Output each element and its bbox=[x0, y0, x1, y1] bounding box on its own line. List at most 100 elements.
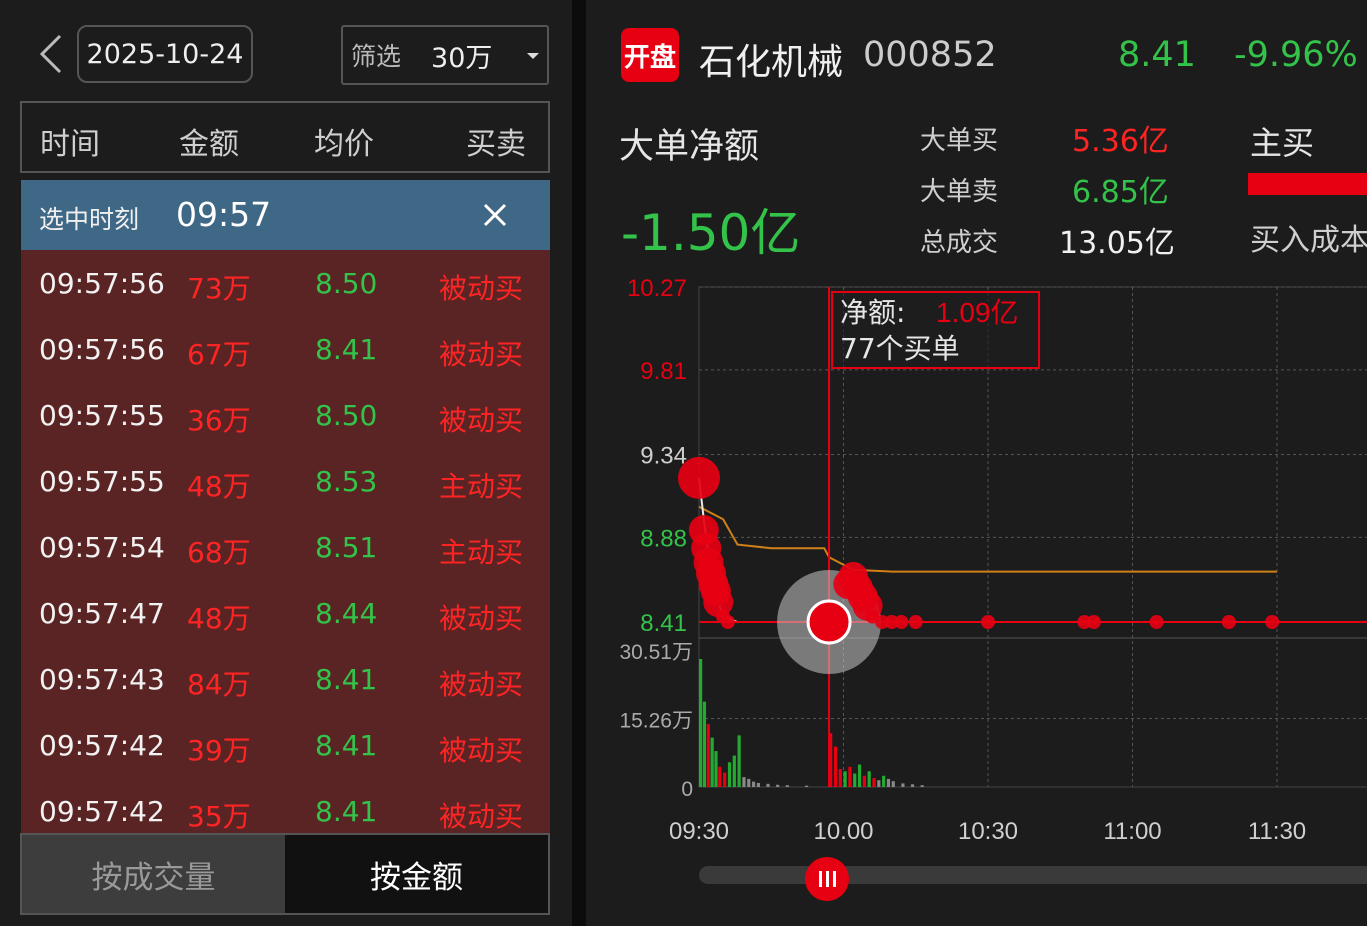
trade-side: 主动买 bbox=[439, 470, 524, 503]
table-row[interactable]: 09:57:54 68万 8.51 主动买 bbox=[21, 514, 550, 580]
selected-time-label: 选中时刻 bbox=[39, 205, 140, 234]
stock-name: 石化机械 bbox=[699, 42, 844, 83]
time-tick-label: 11:30 bbox=[1248, 818, 1306, 845]
trade-side: 被动买 bbox=[439, 338, 524, 371]
filter-dropdown[interactable]: 筛选 30万 bbox=[341, 25, 549, 85]
trade-price: 8.41 bbox=[315, 795, 378, 828]
total-label: 总成交 bbox=[920, 228, 999, 258]
close-icon[interactable] bbox=[480, 200, 510, 230]
price-tick-label: 9.34 bbox=[640, 443, 687, 470]
table-row[interactable]: 09:57:43 84万 8.41 被动买 bbox=[21, 646, 550, 712]
big-order-dot bbox=[720, 615, 735, 629]
column-header-amount: 金额 bbox=[179, 127, 239, 162]
big-sell-value: 6.85亿 bbox=[1072, 175, 1169, 210]
tab-by-volume[interactable]: 按成交量 bbox=[22, 835, 285, 913]
volume-bar bbox=[804, 785, 809, 787]
volume-bar bbox=[785, 785, 789, 787]
volume-tick-label: 0 bbox=[681, 778, 693, 801]
tab-by-amount[interactable]: 按金额 bbox=[285, 835, 548, 913]
volume-tick-label: 15.26万 bbox=[619, 709, 693, 732]
volume-bar bbox=[732, 755, 736, 787]
trade-price: 8.50 bbox=[315, 267, 378, 300]
trade-side: 被动买 bbox=[439, 668, 524, 701]
total-value: 13.05亿 bbox=[1059, 226, 1175, 261]
caret-down-icon bbox=[527, 53, 539, 59]
volume-bar bbox=[706, 724, 710, 787]
volume-bar bbox=[843, 771, 847, 787]
trade-time: 09:57:42 bbox=[39, 795, 165, 828]
trade-price: 8.41 bbox=[315, 729, 378, 762]
volume-bar bbox=[857, 764, 862, 787]
trade-side: 被动买 bbox=[439, 404, 524, 437]
volume-bar bbox=[838, 769, 842, 787]
trade-time: 09:57:55 bbox=[39, 465, 165, 498]
trade-price: 8.41 bbox=[315, 663, 378, 696]
trade-time: 09:57:47 bbox=[39, 597, 165, 630]
big-order-dot bbox=[678, 456, 720, 499]
trade-price: 8.53 bbox=[315, 465, 378, 498]
column-header-price: 均价 bbox=[314, 127, 374, 162]
trade-side: 被动买 bbox=[439, 272, 524, 305]
big-order-dot bbox=[981, 615, 995, 629]
time-tick-label: 10.00 bbox=[813, 818, 873, 845]
stock-change: -9.96% bbox=[1234, 35, 1358, 75]
trade-price: 8.41 bbox=[315, 333, 378, 366]
table-row[interactable]: 09:57:56 73万 8.50 被动买 bbox=[21, 250, 550, 316]
trade-side: 被动买 bbox=[439, 800, 524, 833]
tooltip-net-value: 1.09亿 bbox=[936, 297, 1019, 328]
volume-bar bbox=[872, 778, 876, 787]
kaipan-logo: 开盘 bbox=[621, 28, 679, 82]
big-order-chart[interactable]: 10.27 9.81 9.34 8.88 8.41 30.51万 15.26万 0 09:30 1… bbox=[586, 260, 1367, 900]
trade-time: 09:57:56 bbox=[39, 267, 165, 300]
table-row[interactable]: 09:57:55 48万 8.53 主动买 bbox=[21, 448, 550, 514]
big-buy-label: 大单买 bbox=[920, 126, 999, 156]
table-row[interactable]: 09:57:55 36万 8.50 被动买 bbox=[21, 382, 550, 448]
trade-price: 8.44 bbox=[315, 597, 378, 630]
volume-bar bbox=[766, 783, 770, 787]
trade-time: 09:57:43 bbox=[39, 663, 165, 696]
volume-bar bbox=[910, 784, 915, 787]
volume-bar bbox=[877, 780, 881, 787]
time-scrollbar[interactable] bbox=[699, 866, 1367, 884]
selected-time-value: 09:57 bbox=[176, 195, 272, 234]
big-order-dot bbox=[908, 615, 923, 629]
volume-bar bbox=[702, 701, 707, 787]
volume-bar bbox=[710, 737, 714, 787]
volume-bar bbox=[723, 772, 727, 787]
trade-price: 8.50 bbox=[315, 399, 378, 432]
trade-time: 09:57:54 bbox=[39, 531, 165, 564]
right-panel: 开盘 石化机械 000852 8.41 -9.96% 大单净额 -1.50亿 大… bbox=[586, 0, 1367, 926]
column-header-time: 时间 bbox=[40, 127, 100, 162]
date-picker[interactable]: 2025-10-24 bbox=[77, 25, 253, 83]
price-tick-label: 10.27 bbox=[627, 275, 687, 302]
volume-bar bbox=[742, 777, 746, 787]
time-tick-label: 11:00 bbox=[1103, 818, 1161, 845]
time-tick-label: 10:30 bbox=[958, 818, 1018, 845]
table-row[interactable]: 09:57:42 39万 8.41 被动买 bbox=[21, 712, 550, 778]
price-tick-label: 8.41 bbox=[640, 610, 687, 637]
volume-bar bbox=[699, 659, 703, 787]
trade-amount: 36万 bbox=[187, 404, 251, 437]
volume-bar bbox=[891, 781, 895, 787]
back-icon[interactable] bbox=[36, 32, 66, 76]
big-order-dot bbox=[1149, 615, 1164, 629]
table-row[interactable]: 09:57:42 35万 8.41 被动买 bbox=[21, 778, 550, 833]
stock-code: 000852 bbox=[863, 35, 997, 75]
trade-amount: 68万 bbox=[187, 536, 251, 569]
volume-bar bbox=[714, 751, 718, 787]
scroll-handle[interactable] bbox=[805, 857, 849, 901]
trade-list[interactable]: 09:57:56 73万 8.50 被动买 09:57:56 67万 8.41 … bbox=[21, 250, 550, 833]
volume-bar bbox=[901, 783, 905, 787]
table-row[interactable]: 09:57:56 67万 8.41 被动买 bbox=[21, 316, 550, 382]
big-order-dot bbox=[1265, 615, 1280, 629]
trade-amount: 84万 bbox=[187, 668, 251, 701]
table-row[interactable]: 09:57:47 48万 8.44 被动买 bbox=[21, 580, 550, 646]
volume-bar bbox=[718, 766, 722, 787]
volume-bar bbox=[862, 775, 866, 787]
main-buy-bar bbox=[1248, 173, 1367, 195]
time-tick-label: 09:30 bbox=[669, 818, 729, 845]
volume-tick-label: 30.51万 bbox=[619, 641, 693, 664]
trade-amount: 67万 bbox=[187, 338, 251, 371]
trade-price: 8.51 bbox=[315, 531, 378, 564]
volume-bar bbox=[920, 785, 924, 787]
